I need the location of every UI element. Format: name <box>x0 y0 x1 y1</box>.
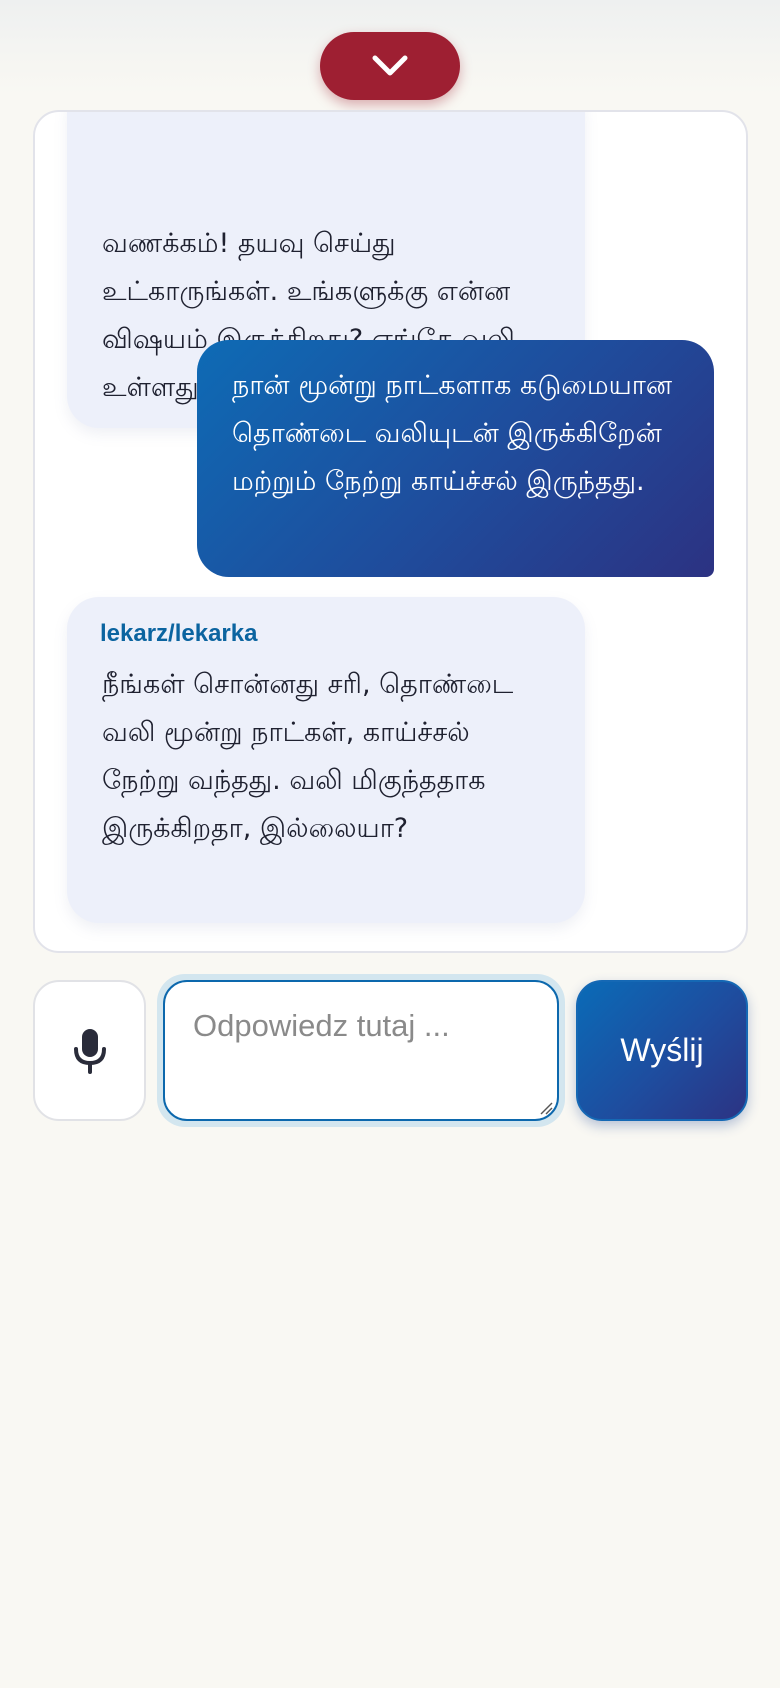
collapse-button[interactable] <box>320 32 460 100</box>
microphone-button[interactable] <box>33 980 146 1121</box>
reply-input-wrapper <box>157 974 565 1127</box>
send-button[interactable]: Wyślij <box>576 980 748 1121</box>
message-text: நீங்கள் சொன்னது சரி, தொண்டை வலி மூன்று ந… <box>102 669 514 844</box>
reply-input[interactable] <box>163 980 559 1121</box>
microphone-icon <box>73 1028 106 1074</box>
resize-grip-icon[interactable] <box>539 1101 553 1115</box>
patient-message: நான் மூன்று நாட்களாக கடுமையான தொண்டை வலி… <box>197 340 714 577</box>
doctor-message: lekarz/lekarka நீங்கள் சொன்னது சரி, தொண்… <box>67 597 585 923</box>
message-text: நான் மூன்று நாட்களாக கடுமையான தொண்டை வலி… <box>232 370 673 497</box>
sender-label: lekarz/lekarka <box>100 620 258 647</box>
chat-panel[interactable]: வணக்கம்! தயவு செய்து உட்காருங்கள். உங்கள… <box>33 110 748 953</box>
chevron-down-icon <box>372 55 408 76</box>
send-button-label: Wyślij <box>620 1032 704 1068</box>
